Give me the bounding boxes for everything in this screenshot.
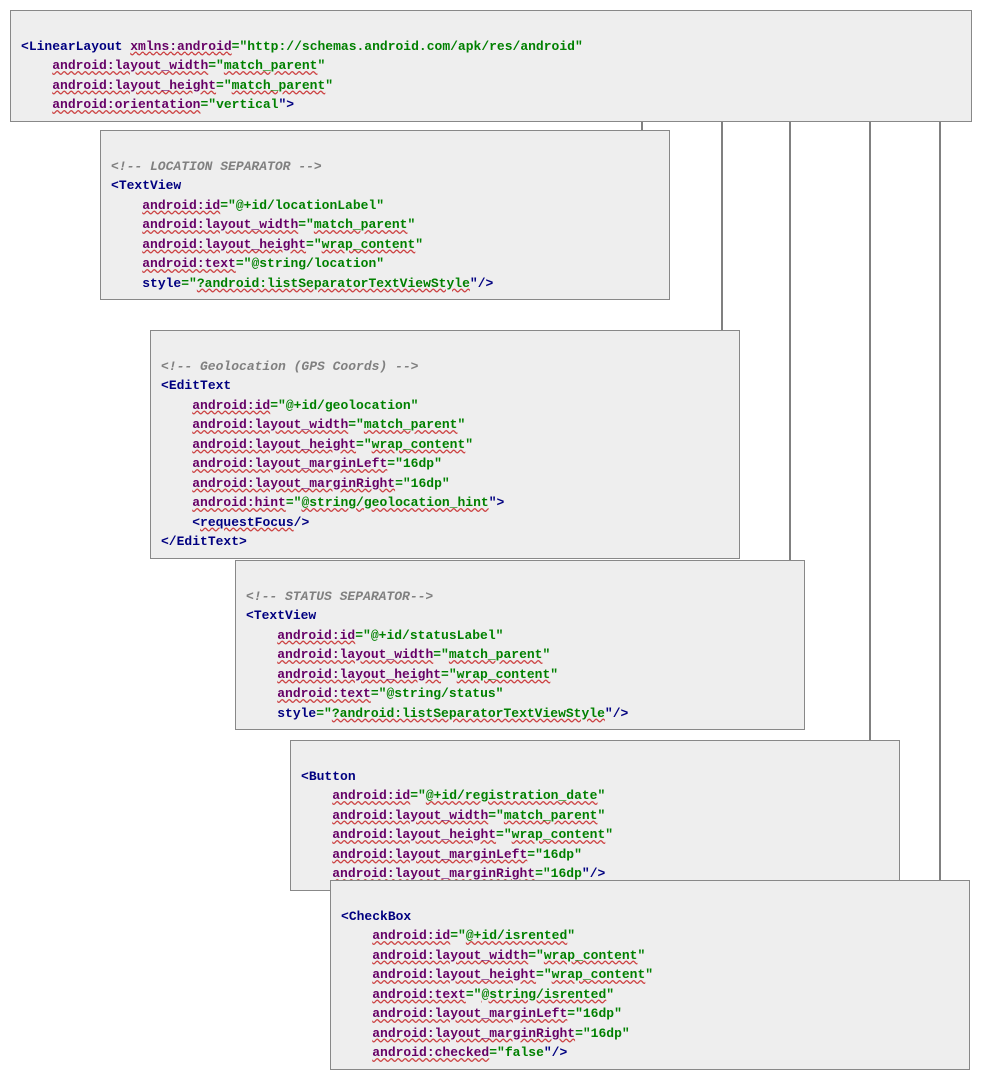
code-line: android:layout_height="wrap_content" xyxy=(301,827,613,842)
code-line: android:id="@+id/registration_date" xyxy=(301,788,605,803)
code-line: android:layout_height="wrap_content" xyxy=(161,437,473,452)
xml-box-button-registration: <Button android:id="@+id/registration_da… xyxy=(290,740,900,891)
code-line: android:orientation="vertical"> xyxy=(21,97,294,112)
code-line: android:layout_marginLeft="16dp" xyxy=(301,847,582,862)
code-line: android:layout_width="match_parent" xyxy=(246,647,550,662)
xml-box-textview-status: <!-- STATUS SEPARATOR--> <TextView andro… xyxy=(235,560,805,730)
code-line: android:layout_width="match_parent" xyxy=(161,417,465,432)
code-line: android:text="@string/isrented" xyxy=(341,987,614,1002)
code-line: <CheckBox xyxy=(341,909,411,924)
code-line: <LinearLayout xmlns:android="http://sche… xyxy=(21,39,583,54)
xml-box-edittext-geolocation: <!-- Geolocation (GPS Coords) --> <EditT… xyxy=(150,330,740,559)
code-line: android:id="@+id/statusLabel" xyxy=(246,628,503,643)
code-line: android:layout_height="wrap_content" xyxy=(246,667,558,682)
code-line: <Button xyxy=(301,769,356,784)
xml-comment: <!-- STATUS SEPARATOR--> xyxy=(246,589,433,604)
code-line: android:layout_marginRight="16dp" xyxy=(341,1026,630,1041)
code-line: <EditText xyxy=(161,378,231,393)
code-line: android:layout_width="wrap_content" xyxy=(341,948,645,963)
code-line: android:layout_width="match_parent" xyxy=(21,58,325,73)
xml-box-checkbox-isrented: <CheckBox android:id="@+id/isrented" and… xyxy=(330,880,970,1070)
code-line: style="?android:listSeparatorTextViewSty… xyxy=(111,276,493,291)
code-line: </EditText> xyxy=(161,534,247,549)
code-line: android:layout_height="wrap_content" xyxy=(341,967,653,982)
code-line: <TextView xyxy=(111,178,181,193)
xml-box-textview-location: <!-- LOCATION SEPARATOR --> <TextView an… xyxy=(100,130,670,300)
code-line: style="?android:listSeparatorTextViewSty… xyxy=(246,706,628,721)
code-line: android:hint="@string/geolocation_hint"> xyxy=(161,495,504,510)
code-line: android:layout_marginRight="16dp"/> xyxy=(301,866,605,881)
xml-comment: <!-- Geolocation (GPS Coords) --> xyxy=(161,359,418,374)
xml-comment: <!-- LOCATION SEPARATOR --> xyxy=(111,159,322,174)
code-line: android:layout_marginRight="16dp" xyxy=(161,476,450,491)
code-line: android:layout_marginLeft="16dp" xyxy=(341,1006,622,1021)
code-line: android:id="@+id/geolocation" xyxy=(161,398,418,413)
code-line: android:text="@string/status" xyxy=(246,686,503,701)
code-line: android:layout_marginLeft="16dp" xyxy=(161,456,442,471)
code-line: android:layout_width="match_parent" xyxy=(301,808,605,823)
code-line: android:layout_height="match_parent" xyxy=(21,78,333,93)
code-line: <requestFocus/> xyxy=(161,515,309,530)
code-line: android:layout_height="wrap_content" xyxy=(111,237,423,252)
code-line: android:id="@+id/locationLabel" xyxy=(111,198,384,213)
code-line: android:layout_width="match_parent" xyxy=(111,217,415,232)
code-line: <TextView xyxy=(246,608,316,623)
code-line: android:id="@+id/isrented" xyxy=(341,928,575,943)
xml-box-linearlayout: <LinearLayout xmlns:android="http://sche… xyxy=(10,10,972,122)
code-line: android:text="@string/location" xyxy=(111,256,384,271)
code-line: android:checked="false"/> xyxy=(341,1045,567,1060)
